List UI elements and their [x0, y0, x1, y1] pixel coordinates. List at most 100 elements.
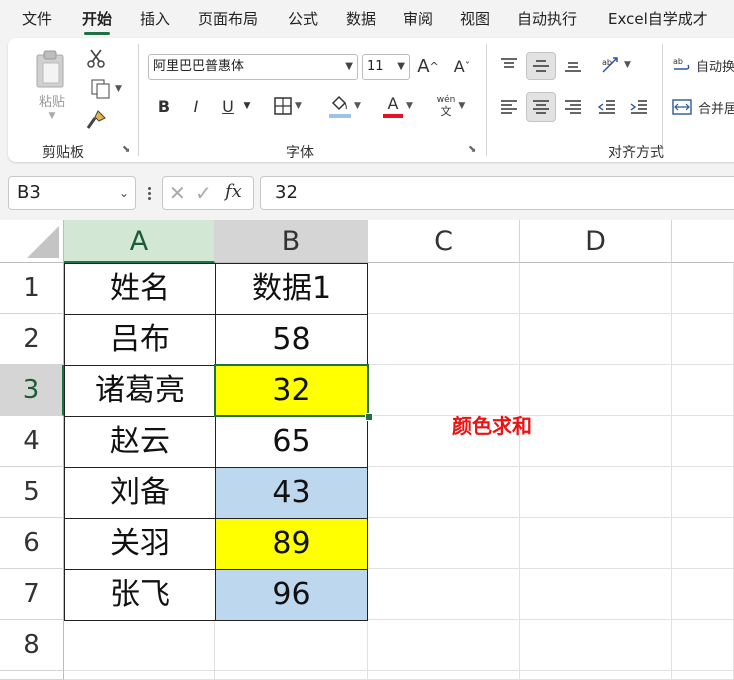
cell-b6[interactable]: 89	[215, 518, 368, 570]
cell-b4[interactable]: 65	[215, 416, 368, 468]
grid-cell[interactable]	[368, 263, 520, 314]
formula-bar-resize-handle[interactable]	[144, 182, 154, 204]
column-header-a[interactable]: A	[64, 220, 215, 263]
font-size-select[interactable]: 11 ▼	[362, 54, 410, 80]
row-header-1[interactable]: 1	[0, 263, 64, 314]
row-header-9[interactable]	[0, 671, 64, 680]
grid-cell[interactable]	[672, 314, 734, 365]
cell-b7[interactable]: 96	[215, 569, 368, 621]
fill-handle[interactable]	[365, 413, 373, 421]
bold-button[interactable]: B	[152, 92, 176, 120]
cell-b1[interactable]: 数据1	[215, 263, 368, 315]
chevron-down-icon[interactable]: ⌄	[119, 177, 129, 209]
grid-cell[interactable]	[520, 569, 672, 620]
font-name-select[interactable]: 阿里巴巴普惠体 ▼	[148, 54, 358, 80]
decrease-indent-icon[interactable]	[594, 94, 620, 120]
tab-insert[interactable]: 插入	[140, 0, 170, 38]
font-launcher-icon[interactable]: ⬊	[468, 144, 476, 155]
grid-cell[interactable]	[215, 671, 368, 680]
grid-cell[interactable]	[520, 416, 672, 467]
grid-cell[interactable]	[672, 467, 734, 518]
align-bottom-icon[interactable]	[560, 52, 586, 78]
grid-cell[interactable]	[672, 263, 734, 314]
column-header-c[interactable]: C	[368, 220, 520, 263]
italic-button[interactable]: I	[184, 92, 208, 120]
grid-cell[interactable]	[672, 671, 734, 680]
tab-data[interactable]: 数据	[346, 0, 376, 38]
column-header-b[interactable]: B	[215, 220, 368, 263]
grid-cell[interactable]	[520, 467, 672, 518]
select-all-button[interactable]	[0, 220, 64, 263]
cell-a3[interactable]: 诸葛亮	[64, 365, 216, 417]
column-header-e[interactable]	[672, 220, 734, 263]
cell-a7[interactable]: 张飞	[64, 569, 216, 621]
paste-button[interactable]: 粘贴	[30, 90, 74, 110]
grid-cell[interactable]	[368, 314, 520, 365]
format-painter-icon[interactable]	[84, 108, 108, 132]
decrease-font-size-icon[interactable]: Aˇ	[448, 52, 476, 80]
cell-a4[interactable]: 赵云	[64, 416, 216, 468]
grid-cell[interactable]	[672, 620, 734, 671]
text-orientation-icon[interactable]: ab ▼	[594, 52, 638, 78]
grid-cell[interactable]	[64, 620, 215, 671]
merge-center-button[interactable]: 合并居	[672, 94, 734, 120]
paste-dropdown-icon[interactable]: ▼	[44, 110, 60, 122]
grid-cell[interactable]	[368, 671, 520, 680]
name-box[interactable]: B3 ⌄	[8, 176, 136, 210]
underline-dropdown-icon[interactable]: ▼	[240, 92, 254, 120]
enter-icon[interactable]: ✓	[195, 181, 212, 205]
clipboard-launcher-icon[interactable]: ⬊	[122, 144, 130, 155]
tab-file[interactable]: 文件	[22, 0, 52, 38]
grid-cell[interactable]	[215, 620, 368, 671]
cell-a2[interactable]: 吕布	[64, 314, 216, 366]
row-header-2[interactable]: 2	[0, 314, 64, 365]
tab-view[interactable]: 视图	[460, 0, 490, 38]
phonetic-guide-icon[interactable]: wén 文 ▼	[428, 90, 474, 122]
align-middle-icon[interactable]	[526, 52, 556, 80]
row-header-5[interactable]: 5	[0, 467, 64, 518]
tab-formulas[interactable]: 公式	[288, 0, 318, 38]
cell-a5[interactable]: 刘备	[64, 467, 216, 519]
increase-indent-icon[interactable]	[626, 94, 652, 120]
grid-cell[interactable]	[368, 620, 520, 671]
column-header-d[interactable]: D	[520, 220, 672, 263]
grid-cell[interactable]	[672, 416, 734, 467]
grid-cell[interactable]	[368, 518, 520, 569]
cancel-icon[interactable]: ✕	[169, 181, 186, 205]
fill-color-icon[interactable]: ▼	[320, 92, 370, 120]
row-header-4[interactable]: 4	[0, 416, 64, 467]
row-header-3[interactable]: 3	[0, 365, 64, 416]
tab-excel-learning[interactable]: Excel自学成才	[608, 0, 708, 38]
grid-cell[interactable]	[520, 671, 672, 680]
grid-cell[interactable]	[520, 365, 672, 416]
grid-cell[interactable]	[520, 620, 672, 671]
formula-input[interactable]: 32	[260, 176, 734, 210]
align-center-icon[interactable]	[526, 92, 556, 122]
grid-cell[interactable]	[520, 263, 672, 314]
note-text[interactable]: 颜色求和	[452, 410, 532, 439]
align-left-icon[interactable]	[496, 94, 522, 120]
borders-icon[interactable]: ▼	[266, 92, 310, 120]
increase-font-size-icon[interactable]: A ^	[414, 52, 442, 80]
tab-automate[interactable]: 自动执行	[517, 0, 577, 38]
tab-home[interactable]: 开始	[82, 0, 112, 38]
cut-icon[interactable]	[84, 46, 108, 70]
grid-cell[interactable]	[672, 518, 734, 569]
insert-function-button[interactable]: fx	[225, 181, 242, 202]
row-header-7[interactable]: 7	[0, 569, 64, 620]
copy-icon[interactable]: ▼	[82, 76, 130, 102]
paste-icon[interactable]	[30, 46, 70, 92]
row-header-8[interactable]: 8	[0, 620, 64, 671]
wrap-text-button[interactable]: ab 自动换	[672, 52, 734, 78]
cell-a6[interactable]: 关羽	[64, 518, 216, 570]
tab-review[interactable]: 审阅	[403, 0, 433, 38]
align-top-icon[interactable]	[496, 52, 522, 78]
grid-cell[interactable]	[520, 518, 672, 569]
grid-cell[interactable]	[368, 365, 520, 416]
tab-page-layout[interactable]: 页面布局	[198, 0, 258, 38]
cell-b5[interactable]: 43	[215, 467, 368, 519]
font-color-icon[interactable]: A ▼	[376, 92, 420, 120]
grid-cell[interactable]	[520, 314, 672, 365]
align-right-icon[interactable]	[560, 94, 586, 120]
grid-cell[interactable]	[672, 569, 734, 620]
